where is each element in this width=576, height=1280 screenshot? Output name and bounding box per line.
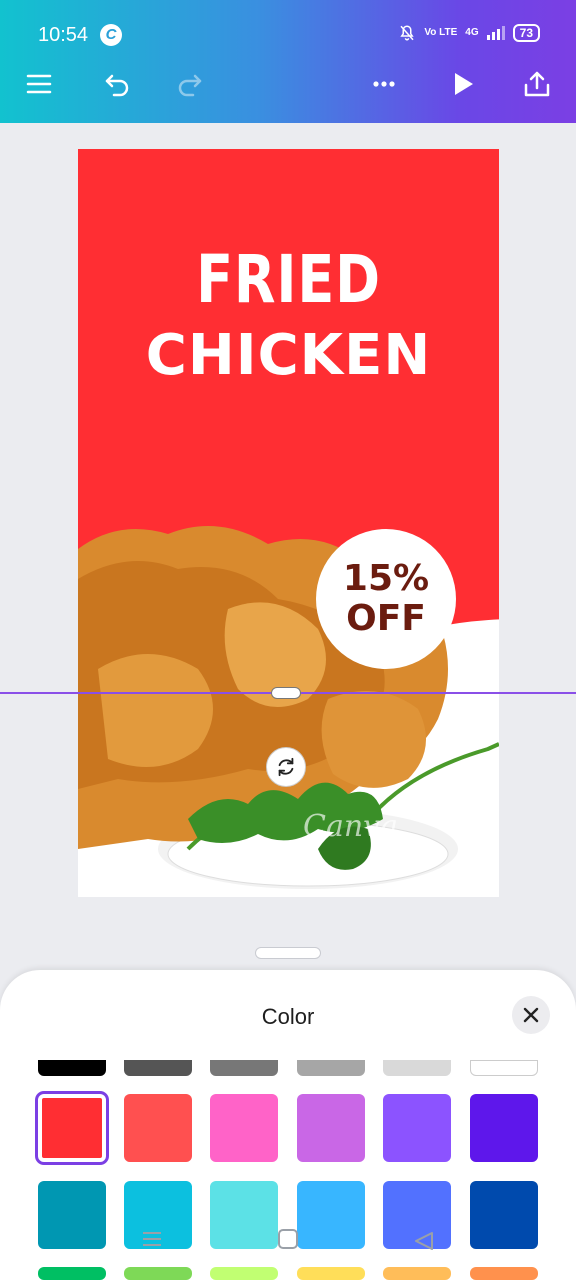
color-swatch[interactable] xyxy=(383,1060,451,1076)
color-swatch[interactable] xyxy=(210,1094,278,1162)
color-swatch[interactable] xyxy=(297,1060,365,1076)
recents-icon[interactable] xyxy=(141,1230,163,1248)
more-options-button[interactable] xyxy=(362,62,406,106)
canvas-drag-handle[interactable] xyxy=(255,947,321,959)
color-swatch[interactable] xyxy=(124,1267,192,1280)
color-panel-title: Color xyxy=(261,1004,315,1029)
color-swatch[interactable] xyxy=(38,1060,106,1076)
canva-watermark: Canva xyxy=(303,809,398,844)
volte-indicator: Vo LTE xyxy=(424,27,458,38)
status-icons: Vo LTE 4G 73 xyxy=(398,24,540,42)
top-bar: 10:54 C Vo LTE 4G 73 xyxy=(0,0,576,123)
menu-icon xyxy=(26,74,52,94)
undo-icon xyxy=(105,74,129,97)
resize-handle[interactable] xyxy=(271,687,301,699)
headline-fried[interactable]: FRIED xyxy=(116,241,461,318)
redo-icon xyxy=(178,74,202,97)
menu-button[interactable] xyxy=(17,62,61,106)
color-swatch[interactable] xyxy=(470,1060,538,1076)
signal-icon xyxy=(486,26,505,40)
battery-indicator: 73 xyxy=(512,24,540,42)
discount-off-label: OFF xyxy=(346,598,426,639)
editor-toolbar xyxy=(0,62,576,106)
rotate-button[interactable] xyxy=(266,747,306,787)
color-swatch[interactable] xyxy=(470,1267,538,1280)
color-swatch[interactable] xyxy=(124,1094,192,1162)
more-icon xyxy=(373,81,395,87)
canva-notification-icon: C xyxy=(100,24,122,46)
rotate-icon xyxy=(278,757,294,777)
present-button[interactable] xyxy=(440,62,484,106)
network-speed-indicator: 4G xyxy=(465,27,479,38)
color-swatch[interactable] xyxy=(383,1267,451,1280)
status-bar: 10:54 C Vo LTE 4G 73 xyxy=(0,0,576,70)
redo-button[interactable] xyxy=(168,62,212,106)
color-swatch[interactable] xyxy=(210,1060,278,1076)
play-icon xyxy=(455,73,473,95)
share-button[interactable] xyxy=(515,62,559,106)
color-swatch[interactable] xyxy=(297,1094,365,1162)
home-icon[interactable] xyxy=(277,1228,299,1250)
undo-button[interactable] xyxy=(95,62,139,106)
color-swatch[interactable] xyxy=(383,1094,451,1162)
discount-badge[interactable]: 15% OFF xyxy=(316,529,456,669)
system-nav-bar xyxy=(0,1222,576,1258)
color-swatch[interactable] xyxy=(35,1091,109,1165)
color-swatch[interactable] xyxy=(297,1267,365,1280)
clock: 10:54 xyxy=(38,24,89,46)
back-icon[interactable] xyxy=(413,1230,435,1252)
muted-bell-icon xyxy=(400,25,414,41)
share-icon xyxy=(524,71,550,97)
color-swatch[interactable] xyxy=(124,1060,192,1076)
close-button[interactable] xyxy=(512,996,550,1034)
color-swatch[interactable] xyxy=(38,1267,106,1280)
discount-percent: 15% xyxy=(342,558,430,599)
headline-chicken[interactable]: CHICKEN xyxy=(78,323,499,388)
color-swatch[interactable] xyxy=(470,1094,538,1162)
close-icon xyxy=(523,1007,539,1023)
color-swatch[interactable] xyxy=(210,1267,278,1280)
